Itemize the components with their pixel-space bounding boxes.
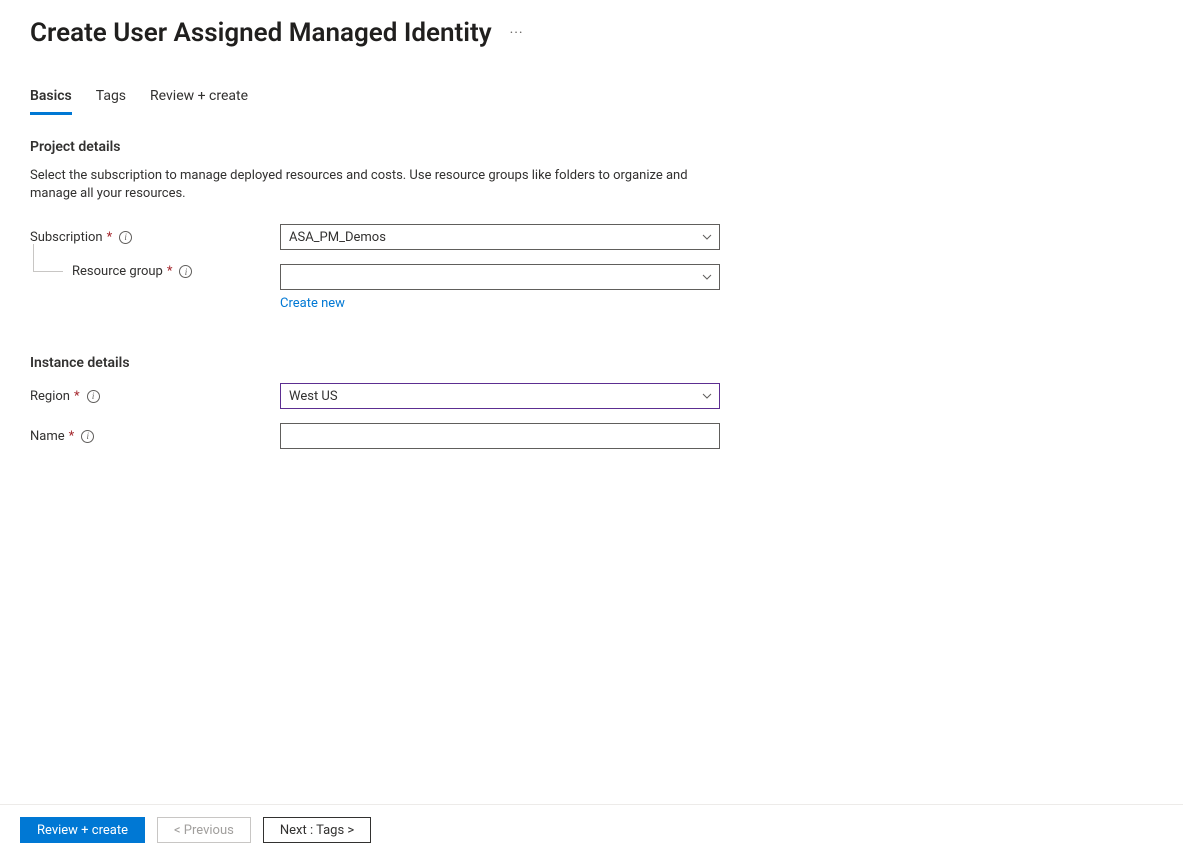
resource-group-select[interactable] (280, 264, 720, 290)
review-create-button[interactable]: Review + create (20, 817, 145, 843)
project-details-description: Select the subscription to manage deploy… (30, 167, 690, 202)
name-label: Name (30, 429, 65, 444)
subscription-value: ASA_PM_Demos (289, 230, 386, 245)
resource-group-label: Resource group (72, 264, 163, 279)
tab-basics[interactable]: Basics (30, 88, 72, 115)
page-title: Create User Assigned Managed Identity (30, 18, 492, 48)
info-icon[interactable]: i (119, 231, 132, 244)
tab-review-create[interactable]: Review + create (150, 88, 248, 115)
region-label: Region (30, 389, 70, 404)
subscription-label: Subscription (30, 230, 103, 245)
footer: Review + create < Previous Next : Tags > (0, 804, 1183, 855)
instance-details-heading: Instance details (30, 355, 1153, 371)
create-new-link[interactable]: Create new (280, 296, 345, 311)
required-indicator: * (69, 429, 75, 444)
name-input[interactable] (280, 423, 720, 449)
region-value: West US (289, 389, 338, 404)
info-icon[interactable]: i (81, 430, 94, 443)
previous-button: < Previous (157, 817, 251, 843)
required-indicator: * (74, 389, 80, 404)
next-button[interactable]: Next : Tags > (263, 817, 371, 843)
info-icon[interactable]: i (87, 390, 100, 403)
required-indicator: * (167, 264, 173, 279)
required-indicator: * (107, 230, 113, 245)
region-select[interactable]: West US (280, 383, 720, 409)
project-details-heading: Project details (30, 139, 1153, 155)
info-icon[interactable]: i (179, 265, 192, 278)
tree-connector (33, 244, 63, 272)
more-icon[interactable]: ··· (510, 25, 524, 41)
tabs: Basics Tags Review + create (30, 88, 1153, 115)
tab-tags[interactable]: Tags (96, 88, 126, 115)
subscription-select[interactable]: ASA_PM_Demos (280, 224, 720, 250)
